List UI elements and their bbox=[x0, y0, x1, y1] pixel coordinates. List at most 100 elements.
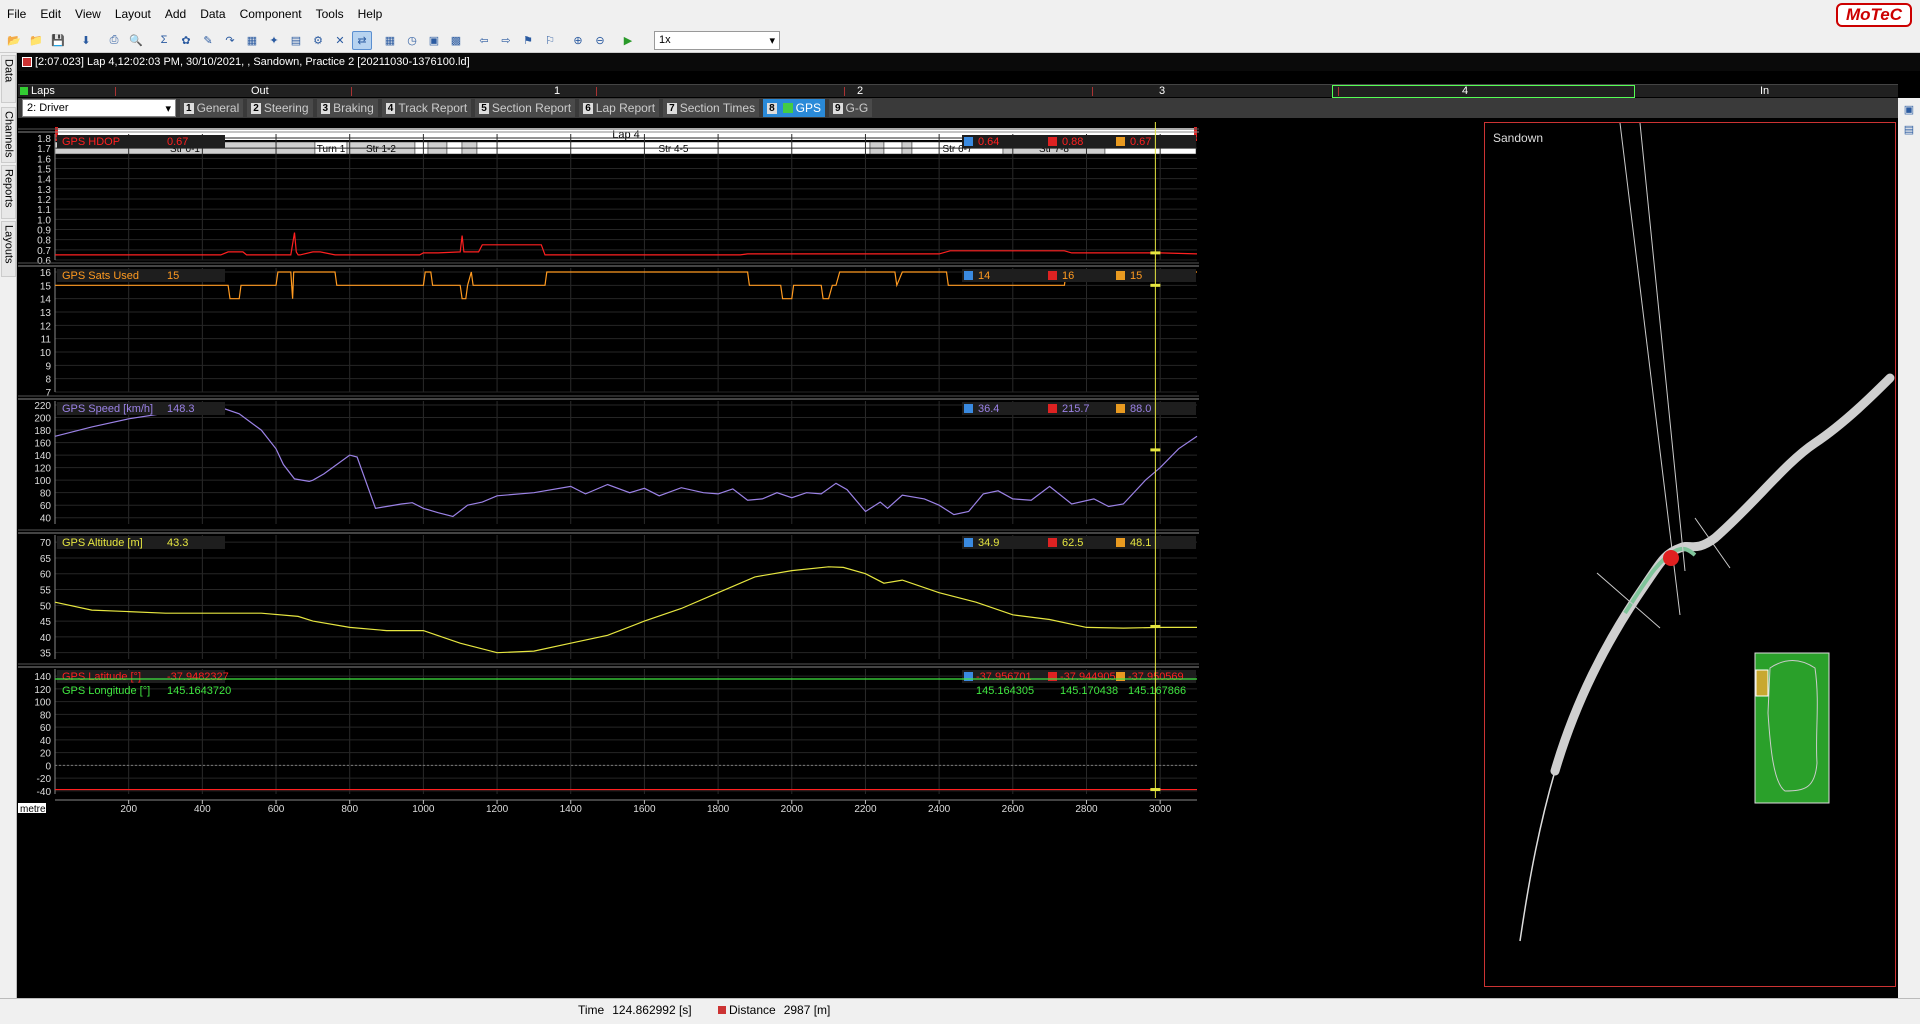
menu-view[interactable]: View bbox=[68, 7, 108, 21]
min-stat-icon bbox=[964, 404, 973, 413]
menu-layout[interactable]: Layout bbox=[108, 7, 158, 21]
track-map-svg[interactable] bbox=[1485, 122, 1895, 986]
x-tick-label: 2800 bbox=[1075, 804, 1098, 815]
maths-icon[interactable]: Σ bbox=[154, 31, 174, 50]
print-preview-icon[interactable]: 🔍 bbox=[126, 31, 146, 50]
step-forward-icon[interactable]: ⇨ bbox=[496, 31, 516, 50]
save-icon[interactable]: 💾 bbox=[48, 31, 68, 50]
dock-tab-layouts[interactable]: Layouts bbox=[1, 221, 16, 277]
grid-icon[interactable]: ▦ bbox=[242, 31, 262, 50]
lap-1[interactable]: 1 bbox=[554, 85, 560, 97]
document-icon bbox=[22, 57, 32, 67]
lap-3[interactable]: 3 bbox=[1159, 85, 1165, 97]
export-icon[interactable]: ↷ bbox=[220, 31, 240, 50]
tab-label: Section Times bbox=[679, 101, 756, 115]
left-dock: Data Channels Reports Layouts bbox=[0, 53, 17, 998]
properties-icon[interactable]: ⚙ bbox=[308, 31, 328, 50]
laps-label: Laps bbox=[31, 85, 55, 97]
driver-select-value: 2: Driver bbox=[27, 102, 69, 114]
track-map[interactable]: Sandown bbox=[1484, 122, 1896, 987]
status-distance: Distance 2987 [m] bbox=[718, 1003, 830, 1017]
menu-component[interactable]: Component bbox=[233, 7, 309, 21]
sync-icon[interactable]: ⇄ bbox=[352, 30, 372, 50]
tab-steering[interactable]: 2 Steering bbox=[247, 99, 313, 117]
stat-icon bbox=[1116, 672, 1125, 681]
lap-out[interactable]: Out bbox=[251, 85, 269, 97]
menu-data[interactable]: Data bbox=[193, 7, 232, 21]
status-time-label: Time bbox=[578, 1003, 605, 1017]
y-tick-label: 180 bbox=[34, 426, 51, 437]
tab-section-times[interactable]: 7 Section Times bbox=[663, 99, 760, 117]
dock-tab-data[interactable]: Data bbox=[1, 55, 16, 103]
open-folder-icon[interactable]: 📂 bbox=[4, 31, 24, 50]
flag-icon[interactable]: ⚐ bbox=[540, 31, 560, 50]
panel-icon[interactable]: ▤ bbox=[1899, 120, 1919, 139]
status-time-value: 124.862992 [s] bbox=[612, 1003, 692, 1017]
window-icon[interactable]: ▣ bbox=[424, 31, 444, 50]
tab-braking[interactable]: 3 Braking bbox=[316, 99, 378, 117]
x-tick-label: 3000 bbox=[1149, 804, 1172, 815]
tile-icon[interactable]: ▩ bbox=[446, 31, 466, 50]
layout-grid-icon[interactable]: ▦ bbox=[380, 31, 400, 50]
tab-number: 8 bbox=[767, 102, 777, 114]
playback-speed-select[interactable]: 1x ▾ bbox=[654, 30, 780, 50]
y-tick-label: 12 bbox=[40, 321, 52, 332]
y-tick-label: 20 bbox=[40, 749, 52, 760]
dock-tab-channels[interactable]: Channels bbox=[1, 107, 16, 163]
time-distance-graph[interactable]: Lap 4 Str 0-1 Turn 1 Str 1-2 Str 4-5 Str 6-7… bbox=[18, 122, 1484, 992]
channel-name-hdop: GPS HDOP bbox=[62, 136, 120, 148]
status-time: Time 124.862992 [s] bbox=[578, 1003, 692, 1017]
zoom-in-icon[interactable]: ⊕ bbox=[568, 31, 588, 50]
dock-tab-reports[interactable]: Reports bbox=[1, 165, 16, 219]
longitude-stat-value: 145.167866 bbox=[1128, 685, 1186, 697]
tab-lap-report[interactable]: 6 Lap Report bbox=[579, 99, 660, 117]
lap-4[interactable]: 4 bbox=[1462, 85, 1468, 97]
channel-name-latitude: GPS Latitude [°] bbox=[62, 671, 141, 683]
lap-2[interactable]: 2 bbox=[857, 85, 863, 97]
tab-label: G-G bbox=[845, 101, 869, 115]
marker-icon[interactable]: ⚑ bbox=[518, 31, 538, 50]
play-icon[interactable]: ▶ bbox=[618, 31, 638, 50]
dock-tab-channels-label: Channels bbox=[2, 111, 15, 158]
menu-file[interactable]: File bbox=[0, 7, 33, 21]
menu-add[interactable]: Add bbox=[158, 7, 193, 21]
minimap-view-window[interactable] bbox=[1755, 669, 1769, 697]
table-icon[interactable]: ▤ bbox=[286, 31, 306, 50]
tab-gps[interactable]: 8 GPS bbox=[763, 99, 825, 117]
menu-tools[interactable]: Tools bbox=[309, 7, 351, 21]
motec-logo: MoTeC bbox=[1836, 3, 1912, 27]
section-label: Turn 1 bbox=[317, 144, 346, 155]
zoom-out-icon[interactable]: ⊖ bbox=[590, 31, 610, 50]
filter-icon[interactable]: ✿ bbox=[176, 31, 196, 50]
panel-icon[interactable]: ▣ bbox=[1899, 100, 1919, 119]
stat-icon bbox=[1048, 672, 1057, 681]
channel-name-speed: GPS Speed [km/h] bbox=[62, 403, 153, 415]
edit-icon[interactable]: ✎ bbox=[198, 31, 218, 50]
tab-track-report[interactable]: 4 Track Report bbox=[381, 99, 472, 117]
menu-help[interactable]: Help bbox=[351, 7, 390, 21]
open-project-icon[interactable]: 📁 bbox=[26, 31, 46, 50]
y-tick-label: 9 bbox=[45, 361, 51, 372]
y-tick-label: 160 bbox=[34, 439, 51, 450]
laps-bar[interactable]: Laps Out 1 2 3 4 In bbox=[18, 84, 1898, 98]
overlay-icon[interactable]: ✕ bbox=[330, 31, 350, 50]
menu-edit[interactable]: Edit bbox=[33, 7, 68, 21]
graph-svg[interactable]: Lap 4 Str 0-1 Turn 1 Str 1-2 Str 4-5 Str 6-7… bbox=[18, 122, 1484, 992]
step-back-icon[interactable]: ⇦ bbox=[474, 31, 494, 50]
clock-icon[interactable]: ◷ bbox=[402, 31, 422, 50]
y-tick-label: 0 bbox=[45, 761, 51, 772]
x-tick-label: 400 bbox=[194, 804, 211, 815]
tab-general[interactable]: 1 General bbox=[180, 99, 244, 117]
y-tick-label: 35 bbox=[40, 649, 52, 660]
channel-stats-bg bbox=[962, 269, 1196, 282]
y-tick-label: 140 bbox=[34, 451, 51, 462]
channel-icon[interactable]: ✦ bbox=[264, 31, 284, 50]
tab-g-g[interactable]: 9 G-G bbox=[828, 99, 873, 117]
stat-icon bbox=[964, 672, 973, 681]
driver-select[interactable]: 2: Driver ▾ bbox=[22, 99, 176, 117]
tab-section-report[interactable]: 5 Section Report bbox=[475, 99, 576, 117]
print-icon[interactable]: ⎙ bbox=[104, 31, 124, 50]
download-icon[interactable]: ⬇ bbox=[76, 31, 96, 50]
x-tick-label: 200 bbox=[120, 804, 137, 815]
lap-in[interactable]: In bbox=[1760, 85, 1769, 97]
